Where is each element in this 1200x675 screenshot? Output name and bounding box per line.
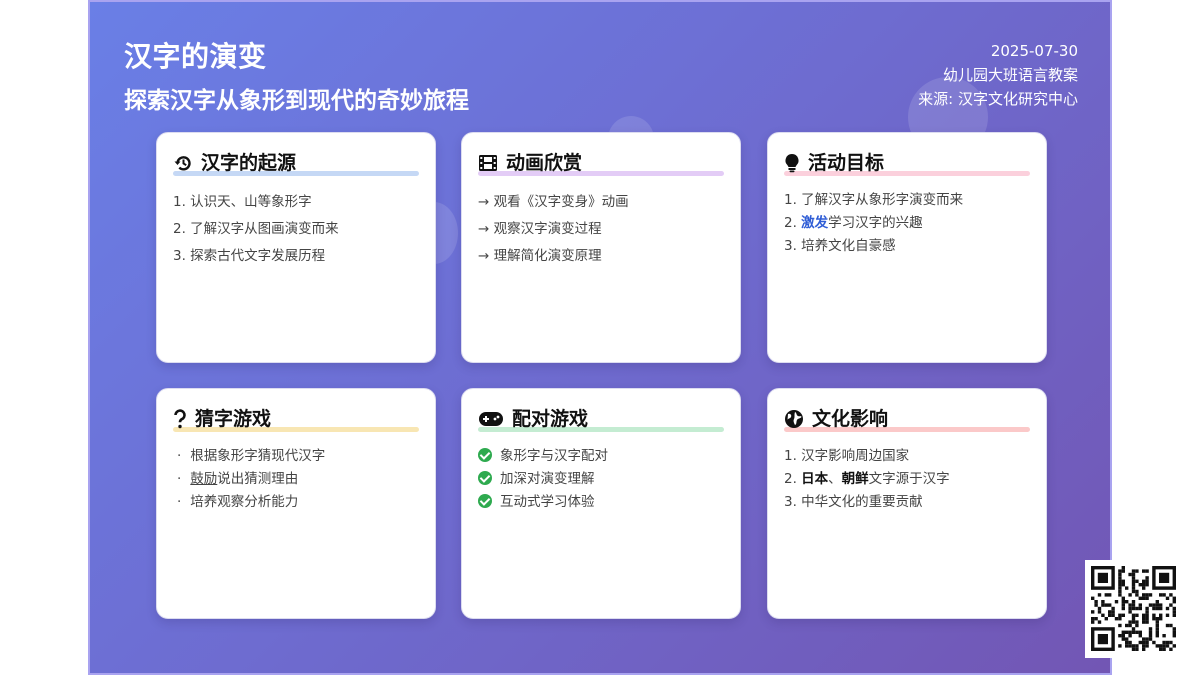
film-icon: [479, 155, 497, 171]
highlight-text: 朝鲜: [841, 471, 869, 487]
card-title: 动画欣赏: [506, 152, 583, 174]
list-item: 1. 汉字影响周边国家: [784, 448, 910, 464]
list-item: 加深对演变理解: [478, 468, 724, 491]
card-origin: 汉字的起源 1. 认识天、山等象形字 2. 了解汉字从图画演变而来 3. 探索古…: [156, 132, 436, 363]
card-title: 活动目标: [808, 152, 885, 174]
list-item: 象形字与汉字配对: [478, 445, 724, 468]
gamepad-icon: [479, 412, 503, 426]
highlight-text: 激发: [801, 215, 829, 231]
qr-code-icon: [1091, 566, 1176, 651]
card-goals: 活动目标 1. 了解汉字从象形字演变而来 2. 激发学习汉字的兴趣 3. 培养文…: [767, 132, 1047, 363]
list-item: 1. 了解汉字从象形字演变而来: [784, 192, 964, 208]
card-title: 猜字游戏: [195, 408, 272, 430]
page-title: 汉字的演变: [124, 40, 267, 73]
check-circle-icon: [478, 494, 492, 508]
source-text: 来源: 汉字文化研究中心: [918, 90, 1078, 108]
course-text: 幼儿园大班语言教案: [942, 66, 1078, 84]
slide: 汉字的演变 探索汉字从象形到现代的奇妙旅程 2025-07-30 幼儿园大班语言…: [88, 0, 1112, 675]
list-item: → 理解简化演变原理: [478, 248, 602, 264]
card-match-game: 配对游戏 象形字与汉字配对 加深对演变理解 互动式学习体验: [461, 388, 741, 619]
list-item: → 观察汉字演变过程: [478, 221, 602, 237]
list-item: 2. 激发学习汉字的兴趣: [784, 215, 923, 231]
list-item: → 观看《汉字变身》动画: [478, 194, 629, 210]
list-item: 互动式学习体验: [478, 491, 724, 514]
check-circle-icon: [478, 471, 492, 485]
check-circle-icon: [478, 448, 492, 462]
card-animation: 动画欣赏 → 观看《汉字变身》动画 → 观察汉字演变过程 → 理解简化演变原理: [461, 132, 741, 363]
list-item: · 培养观察分析能力: [177, 494, 299, 510]
list-item: 3. 探索古代文字发展历程: [173, 248, 326, 264]
list-item: · 鼓励说出猜测理由: [177, 471, 299, 487]
page-subtitle: 探索汉字从象形到现代的奇妙旅程: [124, 88, 469, 114]
card-title: 汉字的起源: [201, 152, 297, 174]
history-icon: [174, 156, 191, 171]
globe-icon: [785, 410, 803, 428]
list-item: 3. 中华文化的重要贡献: [784, 494, 923, 510]
list-item: 3. 培养文化自豪感: [784, 238, 896, 254]
lightbulb-icon: [785, 153, 799, 173]
list-item: 1. 认识天、山等象形字: [173, 194, 312, 210]
header-meta: 2025-07-30 幼儿园大班语言教案 来源: 汉字文化研究中心: [918, 39, 1078, 111]
highlight-text: 日本: [801, 471, 829, 487]
card-guess-game: 猜字游戏 · 根据象形字猜现代汉字 · 鼓励说出猜测理由 · 培养观察分析能力: [156, 388, 436, 619]
card-title: 配对游戏: [512, 408, 589, 430]
qr-code: [1085, 560, 1183, 658]
question-icon: [174, 409, 186, 429]
card-culture: 文化影响 1. 汉字影响周边国家 2. 日本、朝鲜文字源于汉字 3. 中华文化的…: [767, 388, 1047, 619]
list-item: 2. 了解汉字从图画演变而来: [173, 221, 339, 237]
card-title: 文化影响: [812, 408, 889, 430]
highlight-text: 鼓励: [190, 471, 218, 487]
list-item: · 根据象形字猜现代汉字: [177, 448, 326, 464]
list-item: 2. 日本、朝鲜文字源于汉字: [784, 471, 950, 487]
date-text: 2025-07-30: [990, 42, 1078, 60]
